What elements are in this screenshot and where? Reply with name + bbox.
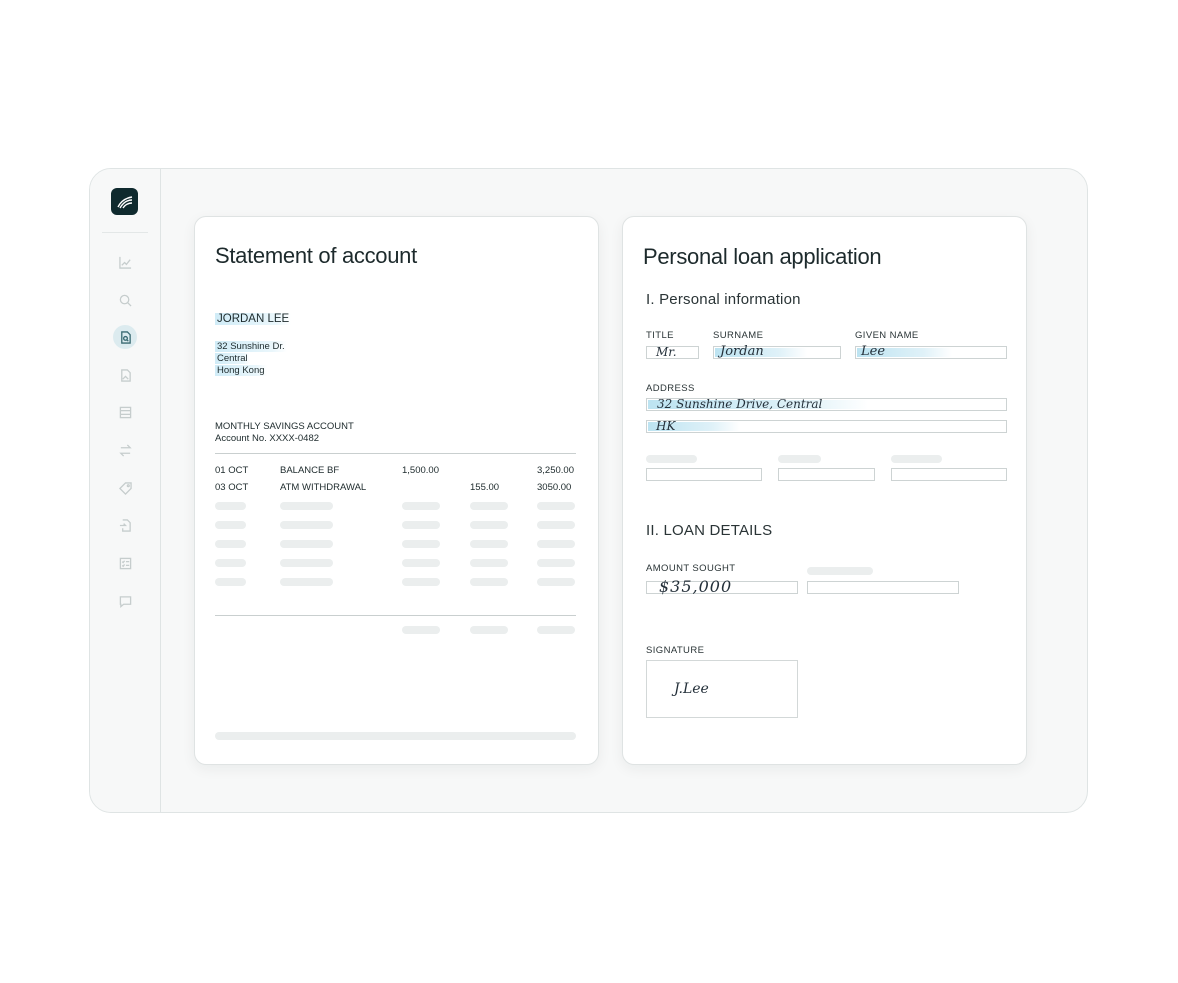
- loan-application-title: Personal loan application: [643, 244, 882, 269]
- sidebar: [90, 169, 161, 812]
- amount-sought-field[interactable]: $35,000: [646, 577, 798, 596]
- placeholder-label: [778, 455, 821, 463]
- account-info: MONTHLY SAVINGS ACCOUNT Account No. XXXX…: [215, 421, 354, 445]
- chat-icon: [119, 595, 131, 608]
- logo-icon: [116, 195, 132, 208]
- address-field-line-1[interactable]: 32 Sunshine Drive, Central: [646, 397, 1007, 411]
- given-name-label: GIVEN NAME: [855, 330, 919, 341]
- amount-sought-label: AMOUNT SOUGHT: [646, 563, 736, 574]
- row-1-credit: 1,500.00: [402, 465, 439, 476]
- sidebar-item-image-file[interactable]: [113, 363, 137, 387]
- address-line-1-value: 32 Sunshine Drive, Central: [657, 397, 823, 411]
- loan-application-document[interactable]: Personal loan application I. Personal in…: [622, 216, 1027, 765]
- account-holder-name-text: JORDAN LEE: [215, 313, 292, 325]
- table-bottom-rule: [215, 615, 576, 616]
- sidebar-item-search[interactable]: [113, 288, 137, 312]
- title-value: Mr.: [656, 345, 677, 359]
- row-1-balance: 3,250.00: [537, 465, 574, 476]
- sidebar-divider: [102, 232, 148, 233]
- title-label: TITLE: [646, 330, 674, 341]
- sidebar-item-file-import[interactable]: [113, 513, 137, 537]
- row-2-debit: 155.00: [470, 482, 500, 493]
- sidebar-item-chart[interactable]: [113, 250, 137, 274]
- placeholder-label: [807, 567, 873, 575]
- section-personal-information: I. Personal information: [646, 291, 801, 308]
- sidebar-item-tag[interactable]: [113, 476, 137, 500]
- placeholder-label: [891, 455, 942, 463]
- checklist-icon: [119, 557, 131, 569]
- title-field[interactable]: Mr.: [646, 345, 699, 359]
- row-1-description: BALANCE BF: [280, 465, 340, 476]
- row-1-date: 01 OCT: [215, 465, 249, 476]
- surname-label: SURNAME: [713, 330, 764, 341]
- empty-field[interactable]: [778, 468, 875, 481]
- section-loan-details: II. LOAN DETAILS: [646, 522, 773, 539]
- sidebar-item-layout[interactable]: [113, 400, 137, 424]
- signature-value: J.Lee: [674, 681, 709, 697]
- address-line-1: 32 Sunshine Dr.: [215, 341, 287, 352]
- account-number: Account No. XXXX-0482: [215, 433, 320, 444]
- signature-box[interactable]: J.Lee: [646, 660, 798, 718]
- file-import-icon: [119, 518, 131, 532]
- app-window: Statement of account JORDAN LEE 32 Sunsh…: [89, 168, 1088, 813]
- empty-field[interactable]: [646, 468, 762, 481]
- image-file-icon: [120, 368, 131, 382]
- account-holder-name: JORDAN LEE: [215, 313, 292, 325]
- chart-icon: [118, 256, 131, 269]
- signature-label: SIGNATURE: [646, 645, 705, 656]
- placeholder-label: [646, 455, 697, 463]
- row-2-balance: 3050.00: [537, 482, 572, 493]
- address-line-2-value: HK: [656, 419, 676, 433]
- address-line-3: Hong Kong: [215, 365, 267, 376]
- sidebar-item-transfer[interactable]: [113, 438, 137, 462]
- transfer-icon: [118, 443, 132, 457]
- search-icon: [119, 294, 132, 307]
- account-holder-address: 32 Sunshine Dr. Central Hong Kong: [215, 341, 287, 377]
- sidebar-item-document-search[interactable]: [113, 325, 137, 349]
- row-2-description: ATM WITHDRAWAL: [280, 482, 367, 493]
- tag-icon: [118, 481, 132, 495]
- sidebar-item-checklist[interactable]: [113, 551, 137, 575]
- app-logo[interactable]: [111, 188, 138, 215]
- placeholder-footer: [215, 732, 576, 740]
- statement-title: Statement of account: [215, 243, 417, 268]
- table-top-rule: [215, 453, 576, 454]
- empty-field[interactable]: [807, 581, 959, 594]
- row-2-date: 03 OCT: [215, 482, 249, 493]
- layout-icon: [119, 406, 131, 418]
- amount-sought-value: $35,000: [659, 577, 733, 596]
- surname-field[interactable]: Jordan: [713, 344, 841, 359]
- document-search-icon: [120, 330, 131, 344]
- address-label: ADDRESS: [646, 383, 695, 394]
- given-name-field[interactable]: Lee: [855, 344, 1007, 359]
- empty-field[interactable]: [891, 468, 1007, 481]
- address-line-2: Central: [215, 353, 250, 364]
- given-name-value: Lee: [861, 344, 886, 359]
- surname-value: Jordan: [720, 344, 764, 359]
- account-type: MONTHLY SAVINGS ACCOUNT: [215, 421, 354, 432]
- statement-document[interactable]: Statement of account JORDAN LEE 32 Sunsh…: [194, 216, 599, 765]
- address-field-line-2[interactable]: HK: [646, 419, 1007, 433]
- sidebar-item-chat[interactable]: [113, 589, 137, 613]
